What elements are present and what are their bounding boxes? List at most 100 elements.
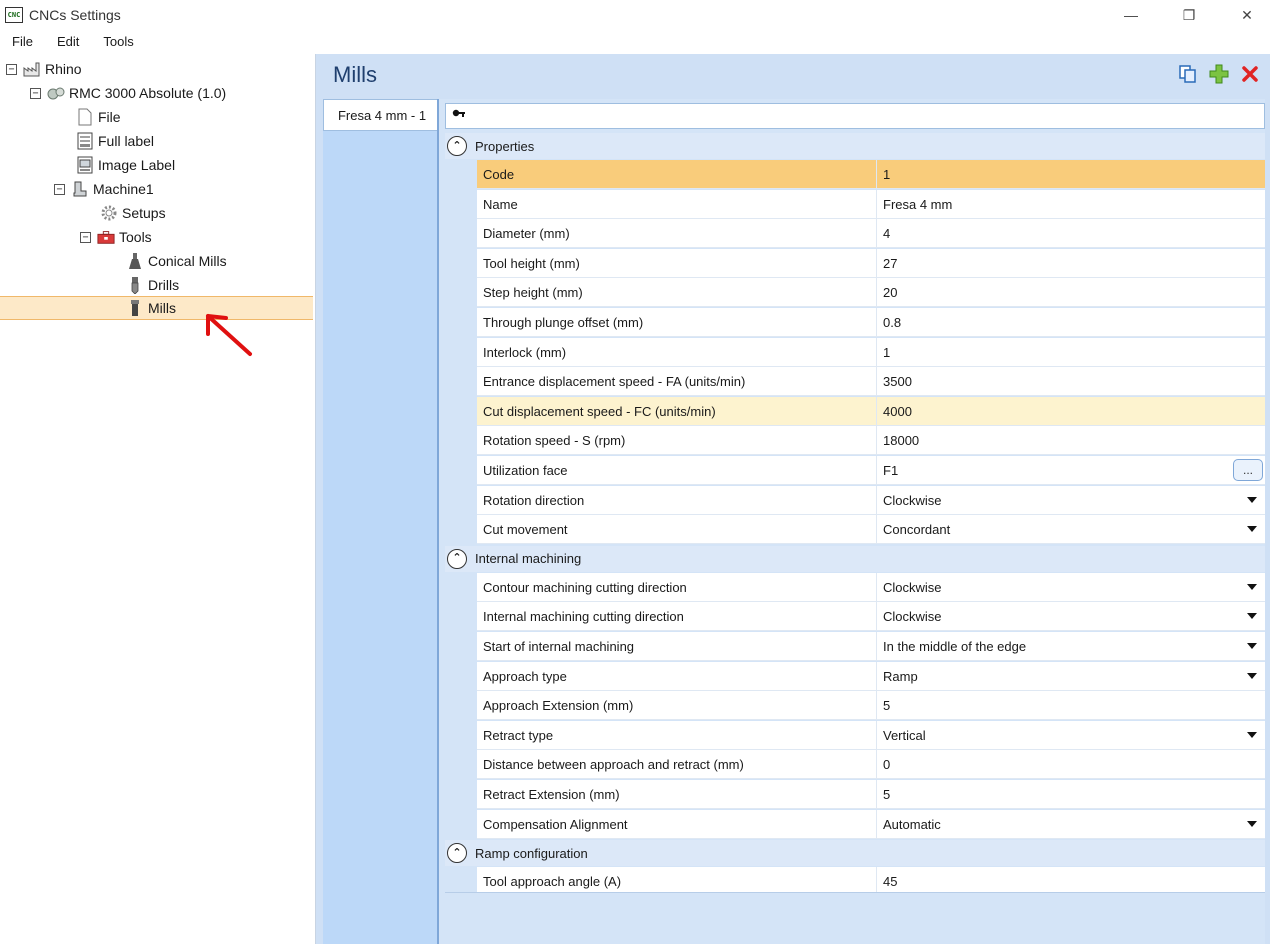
delete-button[interactable] [1240, 64, 1260, 84]
collapse-icon[interactable]: − [30, 87, 41, 99]
dropdown-arrow-icon[interactable] [1247, 584, 1257, 590]
toolbox-icon [97, 228, 115, 246]
property-row[interactable]: Entrance displacement speed - FA (units/… [477, 367, 1265, 396]
property-row[interactable]: Start of internal machining In the middle… [477, 632, 1265, 661]
copy-button[interactable] [1178, 64, 1198, 84]
property-row[interactable]: Rotation speed - S (rpm) 18000 [477, 426, 1265, 455]
property-name: Tool approach angle (A) [477, 867, 877, 895]
chevron-up-icon[interactable]: ⌃ [447, 136, 467, 156]
property-value[interactable]: 0.8 [877, 308, 1265, 336]
property-value[interactable]: In the middle of the edge [877, 632, 1265, 660]
property-value[interactable]: Concordant [877, 515, 1265, 543]
tree-item-full-label[interactable]: Full label [76, 130, 154, 152]
property-value[interactable]: 3500 [877, 367, 1265, 395]
property-row[interactable]: Approach type Ramp [477, 662, 1265, 691]
property-value-text: Ramp [883, 668, 918, 684]
close-button[interactable]: ✕ [1224, 0, 1270, 30]
file-icon [76, 108, 94, 126]
property-value[interactable]: 4 [877, 219, 1265, 247]
tree-item-tools[interactable]: − Tools [80, 226, 152, 248]
dropdown-arrow-icon[interactable] [1247, 613, 1257, 619]
menu-file[interactable]: File [0, 30, 45, 54]
property-value[interactable]: Clockwise [877, 573, 1265, 601]
maximize-button[interactable]: ❐ [1166, 0, 1212, 30]
property-row[interactable]: Contour machining cutting direction Clock… [477, 573, 1265, 602]
property-value[interactable]: 5 [877, 780, 1265, 808]
add-button[interactable] [1209, 64, 1229, 84]
dropdown-arrow-icon[interactable] [1247, 497, 1257, 503]
property-value[interactable]: Automatic [877, 810, 1265, 838]
property-value-text: Automatic [883, 816, 941, 832]
tab-fresa-4mm[interactable]: Fresa 4 mm - 1 [323, 99, 440, 131]
tree-item-drills[interactable]: Drills [126, 274, 179, 296]
property-row[interactable]: Distance between approach and retract (m… [477, 750, 1265, 779]
property-row[interactable]: Rotation direction Clockwise [477, 486, 1265, 515]
property-value[interactable]: 1 [877, 160, 1265, 188]
property-value[interactable]: 4000 [877, 397, 1265, 425]
dropdown-arrow-icon[interactable] [1247, 526, 1257, 532]
minimize-button[interactable]: — [1108, 0, 1154, 30]
collapse-icon[interactable]: − [54, 183, 65, 195]
tree-item-image-label[interactable]: Image Label [76, 154, 175, 176]
machine-icon [71, 180, 89, 198]
gear-icon [100, 204, 118, 222]
property-row[interactable]: Through plunge offset (mm) 0.8 [477, 308, 1265, 337]
menu-edit[interactable]: Edit [45, 30, 91, 54]
property-value[interactable]: Clockwise [877, 486, 1265, 514]
property-value-text: In the middle of the edge [883, 638, 1027, 654]
property-row[interactable]: Approach Extension (mm) 5 [477, 691, 1265, 720]
ellipsis-button[interactable]: ... [1233, 459, 1263, 481]
property-row[interactable]: Step height (mm) 20 [477, 278, 1265, 307]
dropdown-arrow-icon[interactable] [1247, 732, 1257, 738]
tree-item-setups[interactable]: Setups [100, 202, 166, 224]
dropdown-arrow-icon[interactable] [1247, 643, 1257, 649]
tree-label: File [98, 109, 121, 125]
property-row[interactable]: Retract Extension (mm) 5 [477, 780, 1265, 809]
property-value[interactable]: F1... [877, 456, 1265, 484]
property-name: Approach type [477, 662, 877, 690]
property-value[interactable]: 18000 [877, 426, 1265, 454]
collapse-icon[interactable]: − [80, 231, 91, 243]
property-row[interactable]: Internal machining cutting direction Cloc… [477, 602, 1265, 631]
property-value[interactable]: 1 [877, 338, 1265, 366]
property-row[interactable]: Cut displacement speed - FC (units/min) 4… [477, 397, 1265, 426]
tree-item-machine1[interactable]: − Machine1 [54, 178, 154, 200]
property-value[interactable]: 5 [877, 691, 1265, 719]
search-input[interactable] [445, 103, 1265, 129]
tree-item-mills[interactable]: Mills [0, 296, 313, 320]
tree-item-file[interactable]: File [76, 106, 121, 128]
property-row[interactable]: Code 1 [477, 160, 1265, 189]
property-row[interactable]: Interlock (mm) 1 [477, 338, 1265, 367]
property-value[interactable]: Vertical [877, 721, 1265, 749]
property-row[interactable]: Retract type Vertical [477, 721, 1265, 750]
property-value[interactable]: Fresa 4 mm [877, 190, 1265, 218]
property-value[interactable]: Clockwise [877, 602, 1265, 630]
property-value[interactable]: 20 [877, 278, 1265, 306]
property-row[interactable]: Cut movement Concordant [477, 515, 1265, 544]
property-value[interactable]: 0 [877, 750, 1265, 778]
tree-label: Full label [98, 133, 155, 149]
tree-label: Tools [119, 229, 152, 245]
property-value[interactable]: Ramp [877, 662, 1265, 690]
chevron-up-icon[interactable]: ⌃ [447, 548, 467, 569]
chevron-up-icon[interactable]: ⌃ [447, 843, 467, 864]
property-row[interactable]: Tool height (mm) 27 [477, 249, 1265, 278]
tree-item-conical-mills[interactable]: Conical Mills [126, 250, 227, 272]
property-name: Contour machining cutting direction [477, 573, 877, 601]
property-row[interactable]: Compensation Alignment Automatic [477, 810, 1265, 839]
menu-tools[interactable]: Tools [91, 30, 145, 54]
property-name: Rotation direction [477, 486, 877, 514]
property-name: Internal machining cutting direction [477, 602, 877, 630]
dropdown-arrow-icon[interactable] [1247, 673, 1257, 679]
collapse-icon[interactable]: − [6, 63, 17, 75]
tree-item-rmc-3000[interactable]: − RMC 3000 Absolute (1.0) [30, 82, 226, 104]
property-value[interactable]: 45 [877, 867, 1265, 895]
tree-item-rhino[interactable]: − Rhino [6, 58, 82, 80]
property-name: Interlock (mm) [477, 338, 877, 366]
property-value[interactable]: 27 [877, 249, 1265, 277]
property-row[interactable]: Utilization face F1... [477, 456, 1265, 485]
menu-bar: File Edit Tools [0, 30, 1270, 54]
property-row[interactable]: Diameter (mm) 4 [477, 219, 1265, 248]
dropdown-arrow-icon[interactable] [1247, 821, 1257, 827]
property-row[interactable]: Name Fresa 4 mm [477, 190, 1265, 219]
